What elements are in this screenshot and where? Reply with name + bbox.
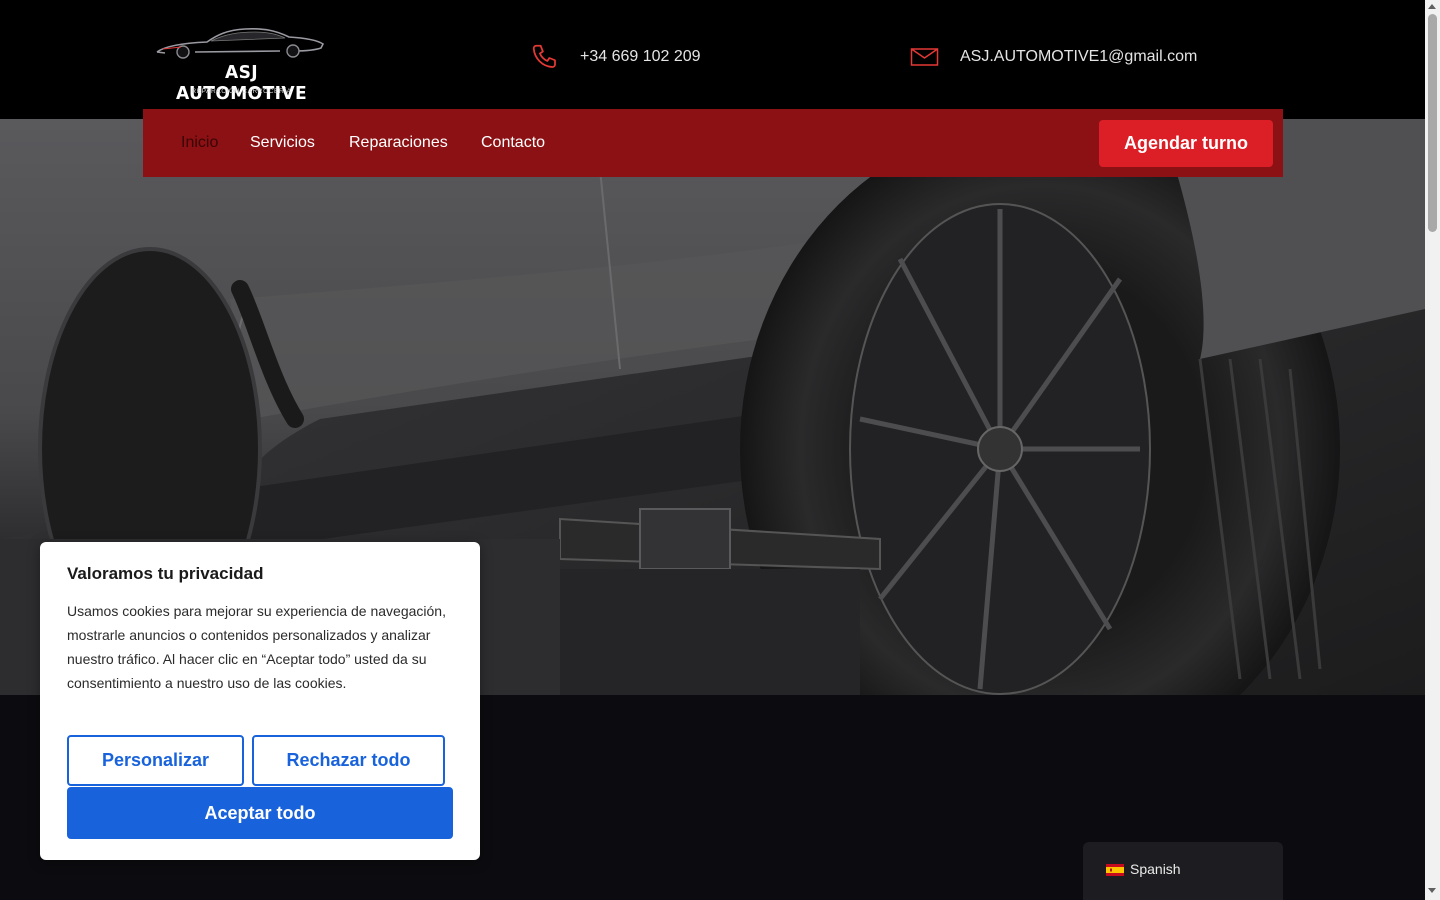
accept-all-button[interactable]: Aceptar todo (67, 787, 453, 839)
reject-all-button[interactable]: Rechazar todo (252, 735, 445, 786)
brand-tagline: REPARACIÓN CARROCERÍA (191, 88, 292, 95)
email-address: ASJ.AUTOMOTIVE1@gmail.com (960, 48, 1198, 65)
scroll-down-arrow-icon[interactable] (1428, 888, 1436, 893)
site-header: ASJ AUTOMOTIVE REPARACIÓN CARROCERÍA +34… (0, 0, 1425, 119)
envelope-icon (910, 48, 939, 66)
customize-button[interactable]: Personalizar (67, 735, 244, 786)
cookie-consent-banner: Valoramos tu privacidad Usamos cookies p… (40, 542, 480, 860)
spain-flag-icon (1106, 864, 1124, 876)
page: ASJ AUTOMOTIVE REPARACIÓN CARROCERÍA +34… (0, 0, 1425, 900)
main-navigation: Inicio Servicios Reparaciones Contacto A… (143, 109, 1283, 177)
phone-icon (532, 44, 556, 68)
site-logo[interactable]: ASJ AUTOMOTIVE REPARACIÓN CARROCERÍA (155, 24, 327, 104)
cookie-description: Usamos cookies para mejorar su experienc… (67, 603, 446, 691)
nav-item-reparaciones[interactable]: Reparaciones (349, 134, 448, 152)
book-appointment-button[interactable]: Agendar turno (1099, 120, 1273, 167)
nav-item-servicios[interactable]: Servicios (250, 134, 315, 152)
nav-item-contacto[interactable]: Contacto (481, 134, 545, 152)
brand-name: ASJ AUTOMOTIVE (175, 62, 308, 104)
language-label: Spanish (1130, 861, 1181, 877)
header-phone[interactable]: +34 669 102 209 (530, 40, 701, 74)
nav-item-inicio[interactable]: Inicio (181, 134, 218, 152)
page-scrollbar[interactable] (1425, 0, 1440, 900)
language-switcher[interactable]: Spanish (1083, 842, 1283, 900)
car-silhouette-icon (156, 28, 325, 59)
cookie-title: Valoramos tu privacidad (67, 564, 264, 583)
phone-number: +34 669 102 209 (580, 48, 701, 65)
header-email[interactable]: ASJ.AUTOMOTIVE1@gmail.com (910, 40, 1197, 74)
scroll-up-arrow-icon[interactable] (1428, 4, 1436, 9)
scrollbar-thumb[interactable] (1428, 14, 1437, 232)
